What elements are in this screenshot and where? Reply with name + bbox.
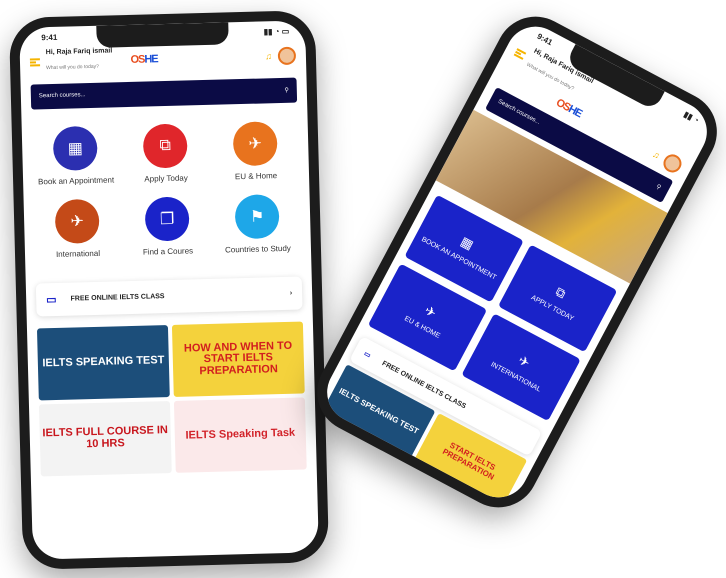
apply-icon: ⧉ bbox=[142, 123, 188, 169]
menu-item[interactable]: ⧉ Apply Today bbox=[122, 123, 210, 184]
menu-item[interactable]: ✈ EU & Home bbox=[212, 121, 300, 182]
flag-icon: ⚑ bbox=[234, 194, 280, 240]
tile-icon: ▦ bbox=[458, 232, 477, 252]
tile-label: EU & Home bbox=[403, 314, 442, 340]
monitor-icon: ▭ bbox=[46, 293, 57, 307]
search-input[interactable]: Search courses... ⚲ bbox=[30, 77, 298, 110]
bell-icon[interactable]: ♫ bbox=[651, 149, 662, 161]
video-grid: IELTS SPEAKING TEST HOW AND WHEN TO STAR… bbox=[27, 321, 317, 477]
menu-item-label: EU & Home bbox=[234, 171, 278, 182]
greeting: Hi, Raja Fariq ismail bbox=[45, 47, 113, 57]
menu-item-label: Apply Today bbox=[144, 173, 188, 184]
left-phone: 9:41 ▮▮ ◔ ▭ Hi, Raja Fariq ismail What wil… bbox=[8, 10, 330, 570]
menu-item-label: Find a Coures bbox=[142, 246, 194, 257]
left-screen: 9:41 ▮▮ ◔ ▭ Hi, Raja Fariq ismail What wil… bbox=[19, 20, 319, 560]
menu-item-label: Countries to Study bbox=[224, 243, 291, 255]
tile-icon: ⧉ bbox=[553, 283, 569, 301]
globe-plane-icon: ✈ bbox=[54, 198, 100, 244]
right-phone: 9:41 ▮▮ ◔ Hi, Raja Fariq ismail What will … bbox=[303, 2, 726, 522]
signal-icon: ▮▮ ◔ ▭ bbox=[263, 26, 290, 37]
menu-item[interactable]: ❐ Find a Coures bbox=[124, 196, 212, 257]
menu-item-label: International bbox=[55, 248, 101, 259]
notch bbox=[96, 22, 229, 48]
search-icon[interactable]: ⚲ bbox=[284, 87, 289, 94]
monitor-icon: ▭ bbox=[362, 350, 372, 360]
calendar-icon: ▦ bbox=[52, 125, 98, 171]
menu-icon[interactable] bbox=[513, 47, 527, 60]
search-icon[interactable]: ⚲ bbox=[655, 183, 662, 191]
video-thumbnail[interactable]: HOW AND WHEN TO START IELTS PREPARATION bbox=[171, 321, 305, 397]
chevron-right-icon: › bbox=[379, 487, 386, 495]
free-ielts-class-button[interactable]: ▭ FREE ONLINE IELTS CLASS › bbox=[36, 277, 303, 317]
globe-icon: ✈ bbox=[232, 121, 278, 167]
menu-item[interactable]: ▦ Book an Appointment bbox=[32, 125, 120, 186]
tile-icon: ✈ bbox=[516, 351, 533, 371]
bell-icon[interactable]: ♫ bbox=[265, 51, 272, 61]
menu-grid: ▦ Book an Appointment ⧉ Apply Today ✈ EU & Ho… bbox=[21, 108, 311, 271]
logo: OSHE bbox=[130, 52, 158, 66]
menu-item[interactable]: ⚑ Countries to Study bbox=[214, 194, 302, 255]
chevron-right-icon: › bbox=[289, 289, 293, 297]
right-screen: 9:41 ▮▮ ◔ Hi, Raja Fariq ismail What will … bbox=[316, 16, 718, 508]
video-thumbnail[interactable]: IELTS Speaking Task bbox=[173, 397, 307, 473]
greeting-subtitle: What will you do today? bbox=[46, 63, 100, 72]
status-time: 9:41 bbox=[41, 32, 58, 43]
menu-icon[interactable] bbox=[29, 57, 41, 67]
tile-label: Apply Today bbox=[530, 293, 576, 323]
video-thumbnail[interactable]: IELTS SPEAKING TEST bbox=[36, 325, 170, 401]
avatar[interactable] bbox=[277, 46, 297, 65]
menu-item-label: Book an Appointment bbox=[37, 175, 115, 187]
book-icon: ❐ bbox=[144, 196, 190, 242]
menu-item[interactable]: ✈ International bbox=[34, 198, 122, 259]
video-thumbnail[interactable]: IELTS FULL COURSE IN 10 HRS bbox=[38, 401, 172, 477]
tile-icon: ✈ bbox=[422, 302, 440, 321]
